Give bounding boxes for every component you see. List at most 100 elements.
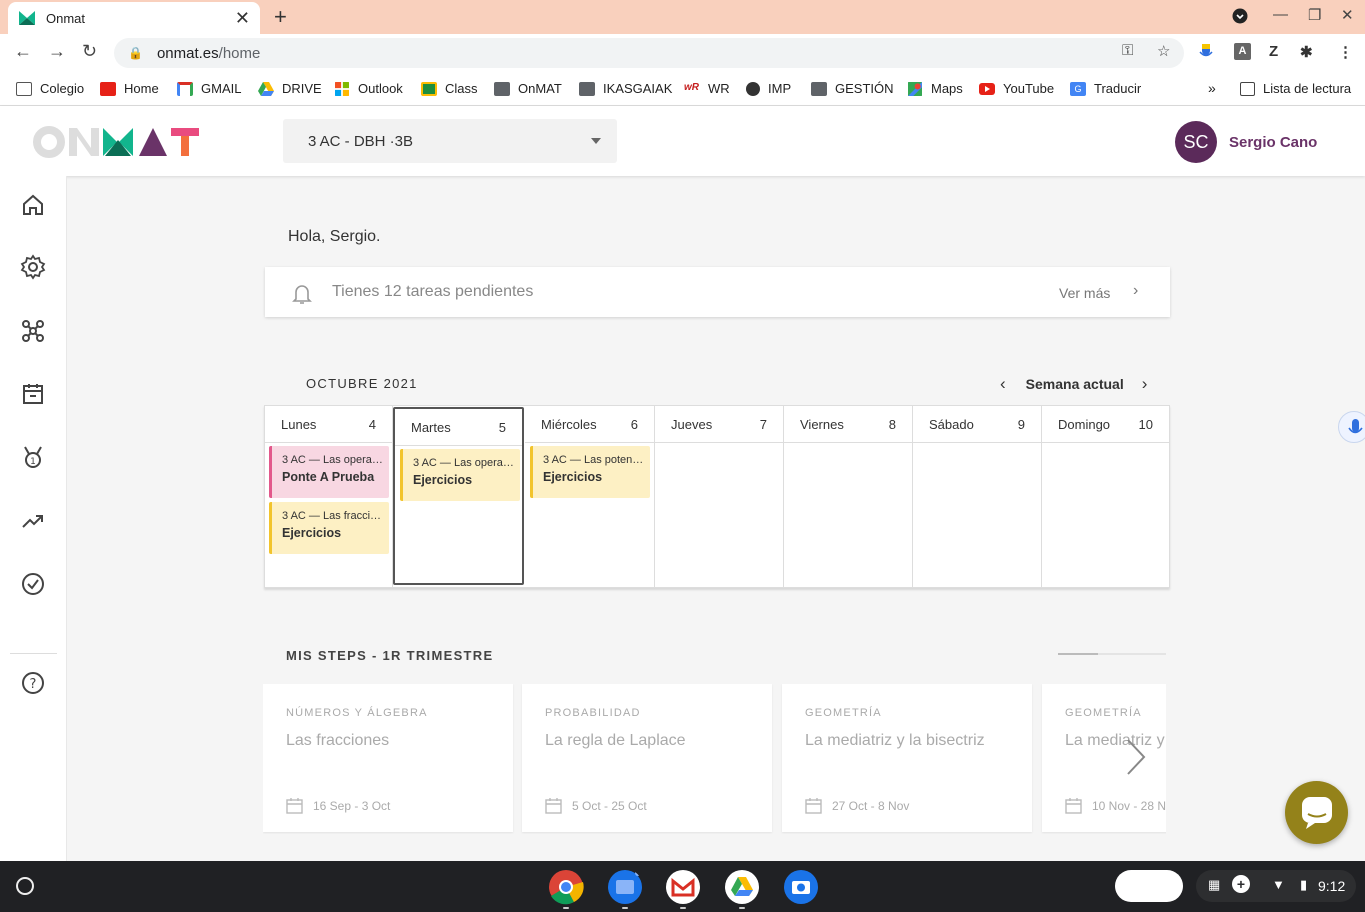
class-selector[interactable]: 3 AC - DBH ·3B	[283, 119, 617, 163]
sidebar-nav: 1 ?	[0, 176, 67, 861]
bookmark-wr[interactable]: wR WR	[684, 81, 730, 96]
drive-app-icon[interactable]	[724, 869, 760, 905]
bookmark-onmat[interactable]: OnMAT	[494, 81, 562, 96]
bookmark-gestion[interactable]: GESTIÓN	[811, 81, 894, 96]
bookmark-youtube[interactable]: YouTube	[979, 81, 1054, 96]
bookmark-maps[interactable]: Maps	[907, 81, 963, 96]
onmat-logo[interactable]	[33, 126, 203, 158]
calendar-event[interactable]: 3 AC — Las potencias Ejercicios	[530, 446, 650, 498]
help-icon[interactable]: ?	[20, 670, 46, 696]
tab-search-icon[interactable]	[1232, 8, 1248, 24]
day-column-sabado[interactable]: Sábado 9	[913, 406, 1042, 587]
password-key-icon[interactable]: ⚿	[1122, 42, 1133, 59]
extension-z-icon[interactable]: Z	[1269, 43, 1278, 60]
carousel-next-icon[interactable]	[1124, 738, 1148, 776]
calendar-event[interactable]: 3 AC — Las fracciones Ejercicios	[269, 502, 389, 554]
restore-icon[interactable]: ❐	[1308, 6, 1321, 24]
day-column-jueves[interactable]: Jueves 7	[655, 406, 784, 587]
day-number: 5	[498, 419, 506, 435]
bookmark-label: GMAIL	[201, 81, 242, 96]
extension-a-icon[interactable]: A	[1234, 43, 1251, 60]
steps-section-title: MIS STEPS - 1R TRIMESTRE	[286, 648, 494, 663]
bookmark-gmail[interactable]: GMAIL	[177, 81, 241, 96]
step-name: Las fracciones	[286, 732, 390, 749]
browser-tab[interactable]: Onmat ✕	[8, 2, 260, 34]
holding-space-tray[interactable]	[1115, 870, 1183, 902]
home-icon[interactable]	[20, 192, 46, 218]
reload-icon[interactable]: ↻	[82, 41, 97, 62]
medal-icon[interactable]: 1	[20, 444, 46, 470]
browser-menu-icon[interactable]: ⋮	[1338, 43, 1353, 61]
bookmark-traducir[interactable]: G Traducir	[1070, 81, 1141, 96]
voice-extension-icon[interactable]	[1198, 43, 1214, 61]
camera-app-icon[interactable]	[783, 869, 819, 905]
chat-support-button[interactable]	[1285, 781, 1348, 844]
bookmark-label: Maps	[931, 81, 963, 96]
voice-input-icon[interactable]	[1338, 411, 1365, 443]
steps-carousel-pager[interactable]	[1058, 653, 1166, 655]
pending-tasks-card[interactable]: Tienes 12 tareas pendientes Ver más ›	[265, 267, 1170, 317]
user-name[interactable]: Sergio Cano	[1229, 134, 1317, 151]
bookmark-ikasgaiak[interactable]: IKASGAIAK	[579, 81, 672, 96]
forward-icon[interactable]: →	[48, 41, 66, 62]
browser-toolbar: ← → ↻ 🔒 onmat.es/home ⚿ ☆ A Z ✱ ⋮	[0, 34, 1365, 72]
trending-up-icon[interactable]	[20, 508, 46, 534]
extensions-puzzle-icon[interactable]: ✱	[1300, 43, 1313, 61]
event-subject: 3 AC — Las fracciones	[282, 510, 386, 522]
step-card[interactable]: NÚMEROS Y ÁLGEBRA Las fracciones 16 Sep …	[263, 684, 513, 832]
calendar-month: OCTUBRE 2021	[306, 376, 418, 391]
event-title: Ejercicios	[543, 470, 603, 484]
maps-icon	[908, 81, 922, 96]
bookmark-colegio[interactable]: Colegio	[16, 81, 84, 96]
dropdown-caret-icon	[591, 138, 601, 144]
day-column-martes[interactable]: Martes 5 3 AC — Las operaciones Ejercicios	[393, 407, 524, 585]
step-dates: 10 Nov - 28 Nov	[1092, 799, 1166, 813]
app-header: 3 AC - DBH ·3B SC Sergio Cano	[0, 106, 1365, 176]
ime-icon: ▦	[1208, 877, 1221, 892]
previous-week-icon[interactable]: ‹	[1000, 374, 1006, 394]
calendar-event[interactable]: 3 AC — Las operaciones Ponte A Prueba	[269, 446, 389, 498]
check-circle-icon[interactable]	[20, 571, 46, 597]
week-calendar: Lunes 4 3 AC — Las operaciones Ponte A Pru…	[264, 405, 1170, 588]
calendar-small-icon	[545, 798, 562, 814]
next-week-icon[interactable]: ›	[1142, 374, 1148, 394]
calendar-small-icon	[1065, 798, 1082, 814]
system-status-area[interactable]: ▦ + ▼ ▮ 9:12	[1196, 870, 1356, 902]
calendar-event[interactable]: 3 AC — Las operaciones Ejercicios	[400, 449, 520, 501]
chrome-app-icon[interactable]	[548, 869, 584, 905]
settings-gear-icon[interactable]	[20, 254, 46, 280]
bookmark-class[interactable]: Class	[421, 81, 478, 96]
step-card[interactable]: GEOMETRÍA La mediatriz y la bisectriz 27…	[782, 684, 1032, 832]
step-card[interactable]: PROBABILIDAD La regla de Laplace 5 Oct -…	[522, 684, 772, 832]
calendar-icon[interactable]	[20, 381, 46, 407]
tab-close-icon[interactable]: ✕	[235, 8, 250, 29]
user-avatar[interactable]: SC	[1175, 121, 1217, 163]
bookmarks-overflow-icon[interactable]: »	[1208, 80, 1216, 96]
gmail-app-icon[interactable]	[665, 869, 701, 905]
day-column-domingo[interactable]: Domingo 10	[1042, 406, 1169, 587]
network-graph-icon[interactable]	[20, 318, 46, 344]
launcher-icon[interactable]	[16, 877, 34, 895]
bookmark-star-icon[interactable]: ☆	[1157, 42, 1170, 60]
bookmark-label: GESTIÓN	[835, 81, 894, 96]
day-column-miercoles[interactable]: Miércoles 6 3 AC — Las potencias Ejercicio…	[525, 406, 655, 587]
bookmark-label: Class	[445, 81, 478, 96]
day-column-viernes[interactable]: Viernes 8	[784, 406, 913, 587]
back-icon[interactable]: ←	[14, 41, 32, 62]
bookmark-imp[interactable]: IMP	[746, 81, 791, 96]
bookmark-label: IMP	[768, 81, 792, 96]
bookmark-home[interactable]: Home	[100, 81, 159, 96]
see-more-link[interactable]: Ver más	[1059, 285, 1110, 301]
bookmark-drive[interactable]: DRIVE	[258, 81, 322, 96]
minimize-icon[interactable]: —	[1273, 6, 1288, 23]
address-bar[interactable]: 🔒 onmat.es/home	[114, 38, 1184, 68]
new-tab-icon[interactable]: +	[274, 4, 287, 30]
files-app-icon[interactable]	[607, 869, 643, 905]
day-column-lunes[interactable]: Lunes 4 3 AC — Las operaciones Ponte A Pru…	[265, 406, 393, 587]
reading-list-button[interactable]: Lista de lectura	[1240, 81, 1351, 96]
current-week-label[interactable]: Semana actual	[1026, 376, 1124, 392]
step-category: GEOMETRÍA	[1065, 707, 1142, 719]
chevron-right-icon[interactable]: ›	[1133, 282, 1138, 300]
window-close-icon[interactable]: ✕	[1341, 6, 1354, 24]
bookmark-outlook[interactable]: Outlook	[334, 81, 403, 96]
